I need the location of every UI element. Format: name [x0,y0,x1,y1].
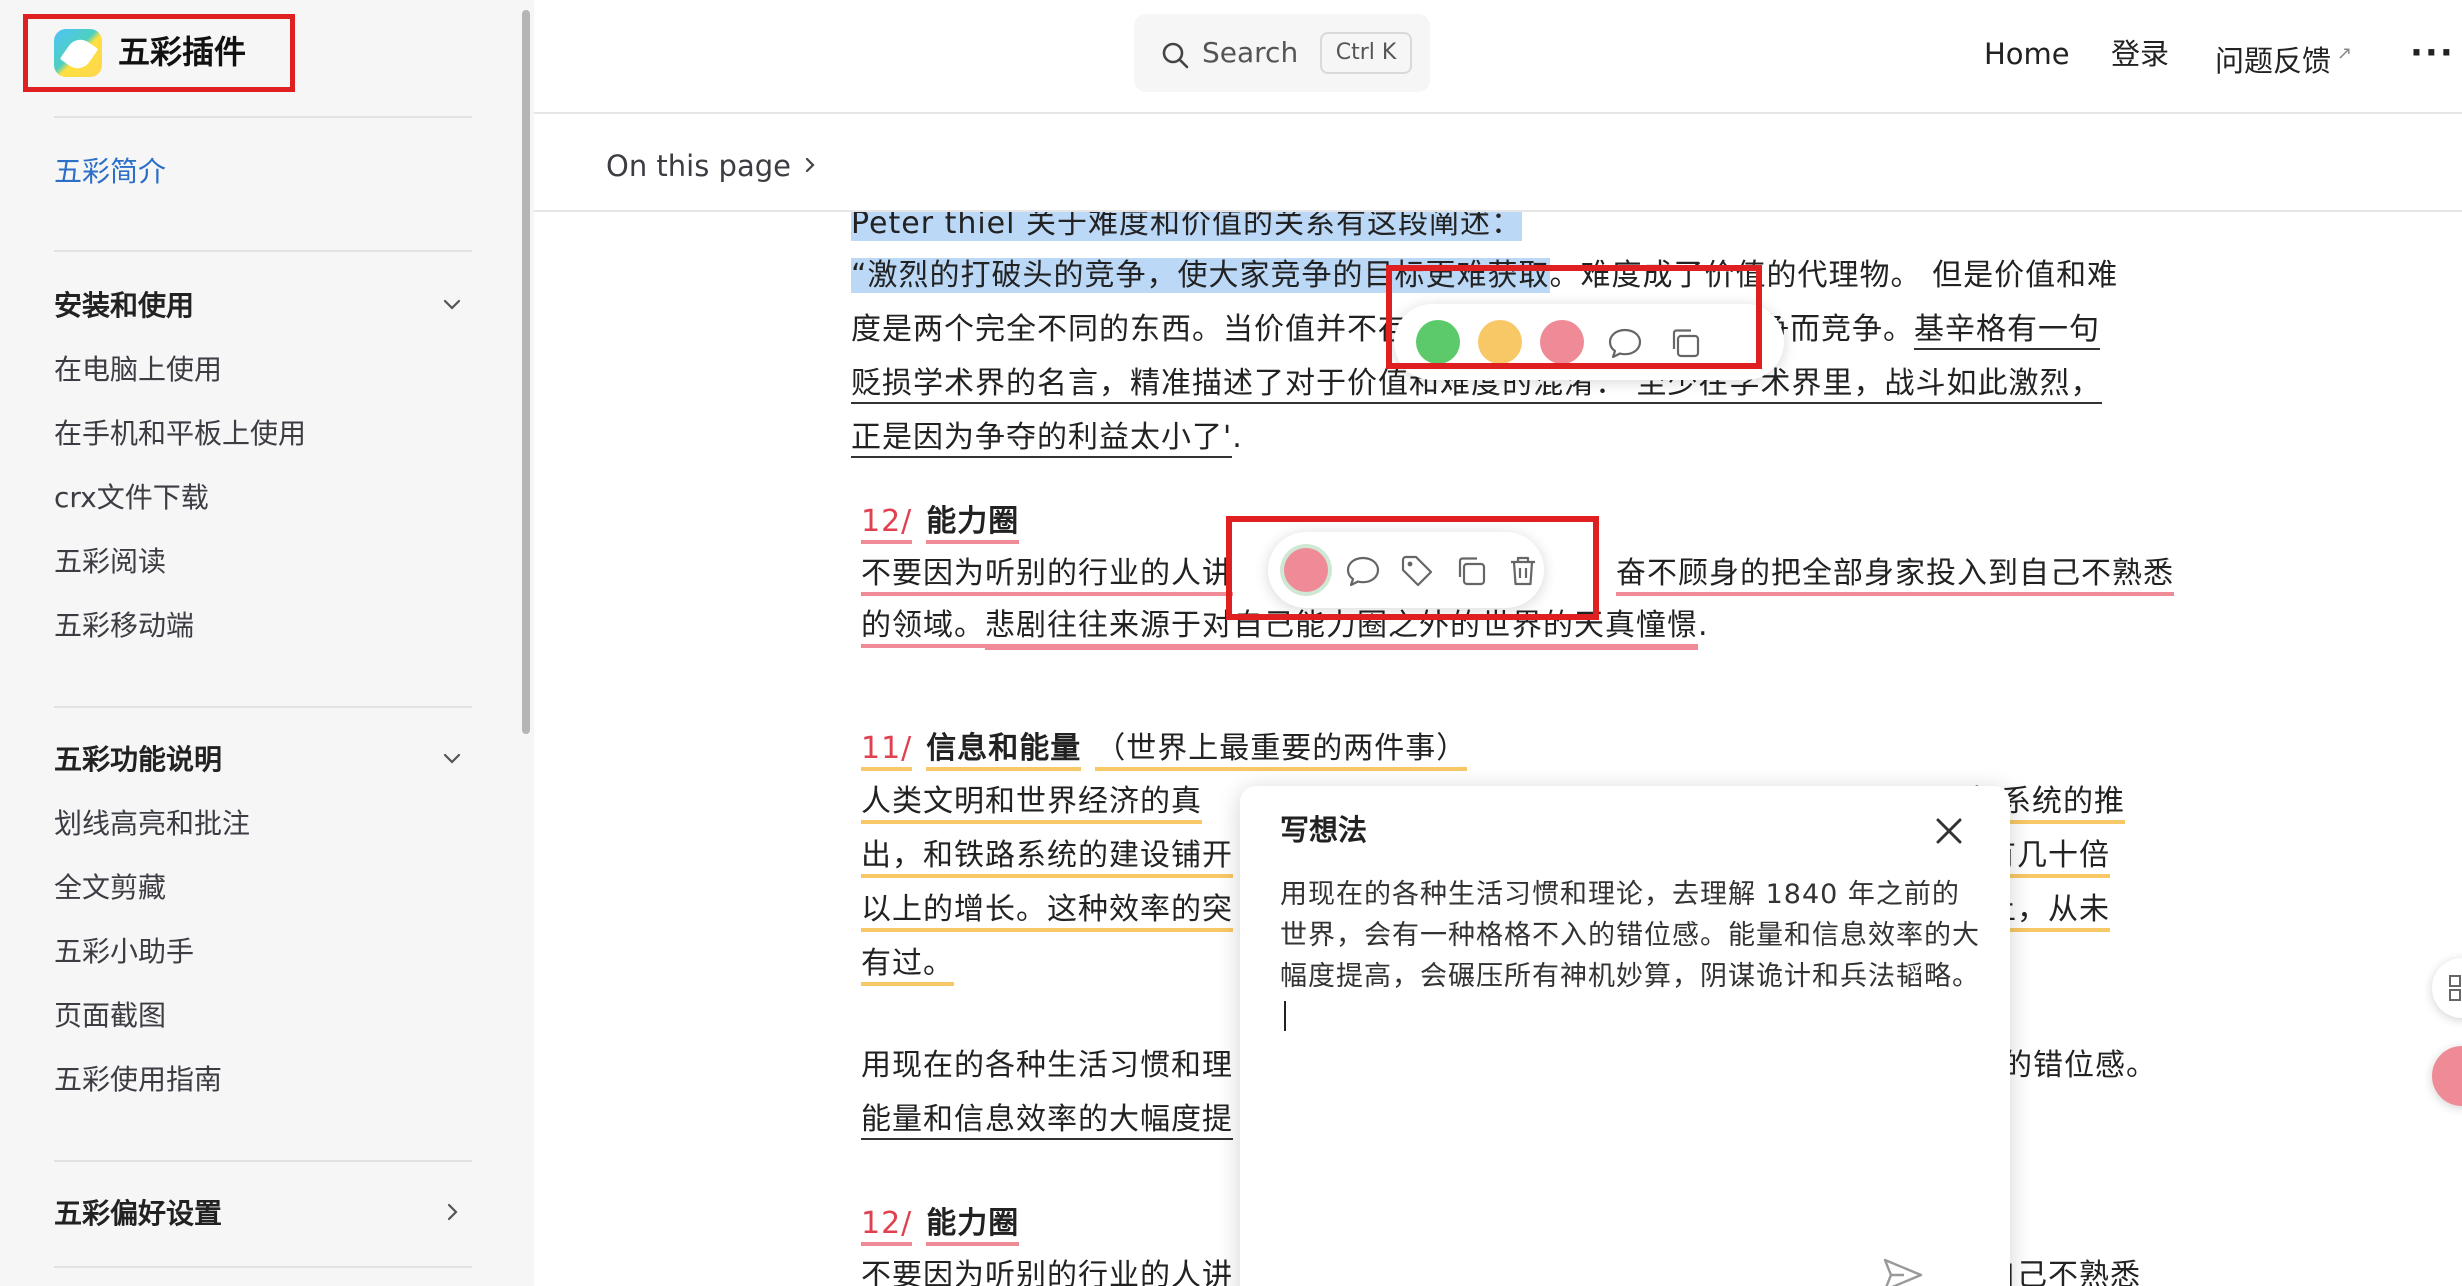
divider [54,706,472,708]
local-nav: On this page [534,112,2462,212]
text-span: 用现在的各种生活习惯和理 [861,1048,1233,1083]
annotation-box-toolbar [1386,265,1762,369]
section-title[interactable]: 能力圈 [926,504,1020,544]
section-heading: 11/信息和能量 （世界上最重要的两件事） [861,727,1468,771]
nav-feedback[interactable]: 问题反馈 ↗ [2215,34,2352,81]
text-span: . [1232,420,1243,455]
text-span: 的错位感。 [2002,1048,2157,1083]
sidebar-group-install[interactable]: 安装和使用 [54,286,194,326]
sidebar-item-mobile-app[interactable]: 五彩移动端 [54,606,194,646]
section-title[interactable]: 能力圈 [926,1206,1020,1246]
close-icon[interactable] [1932,814,1966,848]
divider [54,1160,472,1162]
paragraph-line: 能量和信息效率的大幅度提 [861,1098,1233,1142]
highlighted-text[interactable]: 人类文明和世界经济的真 [861,784,1202,824]
chevron-down-icon[interactable] [440,746,464,770]
wucai-logo-icon[interactable] [54,29,102,77]
divider [54,250,472,252]
section-heading: 12/能力圈 [861,1202,1020,1246]
section-subtitle[interactable]: （世界上最重要的两件事） [1095,731,1468,771]
on-this-page-label: On this page [606,149,791,183]
search-icon [1160,40,1190,70]
section-number: 11/ [861,731,913,771]
sidebar-item-guide[interactable]: 五彩使用指南 [54,1060,222,1100]
note-title: 写想法 [1280,813,1368,847]
highlighted-text[interactable]: 奋不顾身的把全部身家投入到自己不熟悉 [1616,556,2174,596]
section-number: 12/ [861,1206,913,1246]
sidebar-item-highlight[interactable]: 划线高亮和批注 [54,804,250,844]
external-link-icon: ↗ [2337,43,2353,64]
search-shortcut: Ctrl K [1320,32,1412,74]
note-editor-popup: 写想法 用现在的各种生活习惯和理论，去理解 1840 年之前的世界，会有一种格格… [1240,786,2010,1286]
sidebar-group-preferences[interactable]: 五彩偏好设置 [54,1194,222,1234]
sidebar-scrollbar[interactable] [522,10,530,734]
note-textarea[interactable]: 用现在的各种生活习惯和理论，去理解 1840 年之前的世界，会有一种格格不入的错… [1280,874,1980,1038]
sidebar-group-features[interactable]: 五彩功能说明 [54,740,222,780]
divider [54,116,472,118]
highlighted-text[interactable]: 的领域。 [861,608,985,648]
underlined-text[interactable]: 能量和信息效率的大幅度提 [861,1102,1233,1140]
on-this-page-button[interactable]: On this page [606,146,819,186]
highlighted-text[interactable]: 不要因为听别的行业的人讲 [861,556,1233,596]
underlined-text[interactable]: 基辛格有一句 [1914,312,2100,350]
sidebar-item-intro[interactable]: 五彩简介 [54,152,166,192]
highlighted-text[interactable]: 以上的增长。这种效率的突 [861,892,1233,932]
section-number: 12/ [861,504,913,544]
highlighted-text[interactable]: 不要因为听别的行业的人讲 [861,1258,1233,1286]
sidebar-item-screenshot[interactable]: 页面截图 [54,996,166,1036]
selected-text[interactable]: Peter thiel 关于难度和价值的关系有这段阐述： [851,212,1523,241]
paragraph-line: 正是因为争夺的利益太小了'. [851,416,1243,460]
send-icon[interactable] [1880,1252,1926,1286]
highlighted-text[interactable]: 有过。 [861,946,954,986]
underlined-text[interactable]: 正是因为争夺的利益太小了' [851,420,1233,458]
section-title[interactable]: 信息和能量 [926,731,1082,771]
search-button[interactable]: Search Ctrl K [1134,14,1430,92]
chevron-down-icon[interactable] [440,292,464,316]
sidebar: 五彩插件 五彩简介 安装和使用 在电脑上使用 在手机和平板上使用 crx文件下载… [0,0,534,1286]
sidebar-item-desktop[interactable]: 在电脑上使用 [54,350,222,390]
section-heading: 12/能力圈 [861,500,1020,544]
search-placeholder: Search [1202,36,1299,69]
nav-feedback-label: 问题反馈 [2215,44,2332,78]
sidebar-item-crx[interactable]: crx文件下载 [54,478,209,518]
nav-home[interactable]: Home [1984,34,2070,74]
text-caret [1284,1001,1286,1031]
sidebar-item-assistant[interactable]: 五彩小助手 [54,932,194,972]
highlighted-text[interactable]: 出，和铁路系统的建设铺开 [861,838,1233,878]
sidebar-item-mobile[interactable]: 在手机和平板上使用 [54,414,306,454]
text-span: 度是两个完全不同的东西。当价值并不存 [851,312,1409,347]
top-navbar: Search Ctrl K Home 登录 问题反馈 ↗ ··· [534,0,2462,112]
chevron-right-icon [805,157,815,173]
text-span: . [1698,608,1709,643]
chevron-right-icon[interactable] [440,1200,464,1224]
sidebar-item-clip[interactable]: 全文剪藏 [54,868,166,908]
sidebar-item-reader[interactable]: 五彩阅读 [54,542,166,582]
paragraph-line: 有过。 [861,942,954,986]
grid-icon[interactable] [2432,958,2462,1018]
paragraph-line: Peter thiel 关于难度和价值的关系有这段阐述： [851,212,1523,246]
note-text: 用现在的各种生活习惯和理论，去理解 1840 年之前的世界，会有一种格格不入的错… [1280,879,1980,992]
nav-login[interactable]: 登录 [2111,34,2169,74]
site-title[interactable]: 五彩插件 [118,30,246,74]
divider [54,1266,472,1268]
more-menu-icon[interactable]: ··· [2410,36,2455,70]
annotation-box-edit-toolbar [1226,516,1599,620]
